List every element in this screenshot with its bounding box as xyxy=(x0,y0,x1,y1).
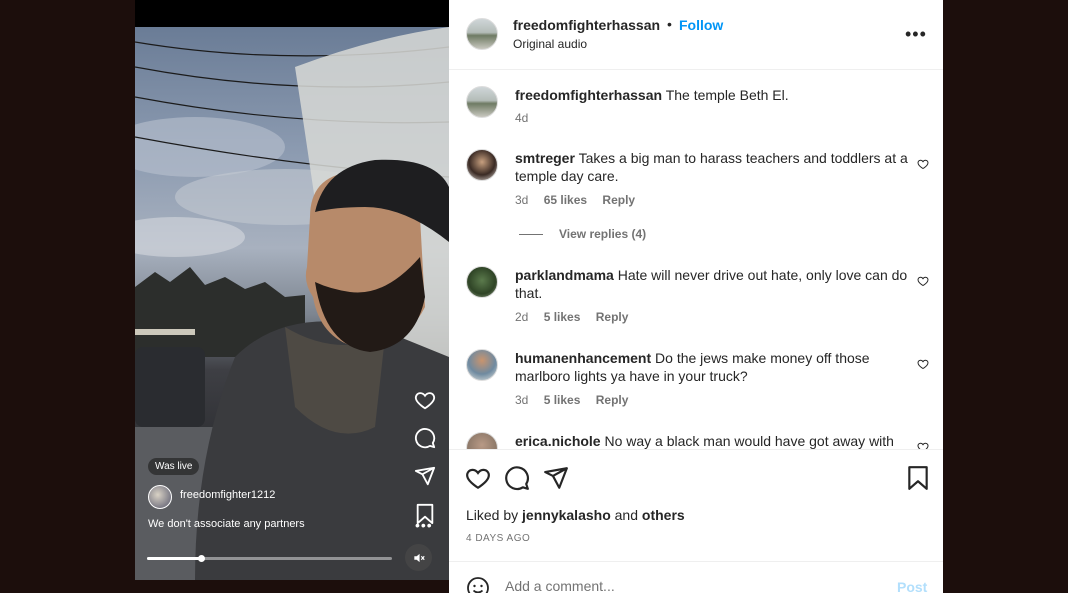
video-user-avatar[interactable] xyxy=(148,485,172,509)
video-progress-fill xyxy=(147,557,201,560)
muted-speaker-icon xyxy=(413,553,425,562)
replies-divider xyxy=(519,234,543,236)
caption-author-avatar[interactable] xyxy=(466,86,498,118)
post-header: freedomfighterhassan • Follow Original a… xyxy=(449,0,943,70)
comment-likes[interactable]: 5 likes xyxy=(544,393,581,407)
bookmark-icon[interactable] xyxy=(905,465,931,491)
reply-button[interactable]: Reply xyxy=(602,193,635,207)
comment-likes[interactable]: 5 likes xyxy=(544,310,581,324)
comment-username[interactable]: smtreger xyxy=(515,150,575,166)
video-more-button[interactable]: ••• xyxy=(415,517,433,533)
video-progress-knob[interactable] xyxy=(197,555,205,562)
comment-age[interactable]: 2d xyxy=(515,310,528,324)
comment-meta: 2d 5 likes Reply xyxy=(515,310,640,324)
caption-text: The temple Beth El. xyxy=(665,87,789,103)
post-actions: Liked by jennykalasho and others 4 DAYS … xyxy=(449,449,943,561)
stage: Was live freedomfighter1212 We don't ass… xyxy=(0,0,1068,593)
video-frame[interactable]: Was live freedomfighter1212 We don't ass… xyxy=(135,27,449,580)
follow-button[interactable]: Follow xyxy=(679,17,723,33)
reply-button[interactable]: Reply xyxy=(596,310,629,324)
video-username[interactable]: freedomfighter1212 xyxy=(180,489,275,501)
heart-icon xyxy=(414,392,436,410)
comments-list[interactable]: freedomfighterhassan The temple Beth El.… xyxy=(449,70,943,449)
commenter-avatar[interactable] xyxy=(466,349,498,381)
emoji-icon[interactable] xyxy=(466,576,490,593)
comment-icon[interactable] xyxy=(504,465,530,491)
audio-label[interactable]: Original audio xyxy=(513,37,587,51)
video-player[interactable]: Was live freedomfighter1212 We don't ass… xyxy=(135,0,449,580)
comment-icon xyxy=(414,428,436,449)
caption-username[interactable]: freedomfighterhassan xyxy=(515,87,662,103)
comment-like-icon[interactable] xyxy=(917,358,929,370)
liked-by-others[interactable]: others xyxy=(642,507,685,523)
comment-body: parklandmama Hate will never drive out h… xyxy=(515,266,909,302)
caption-meta: 4d xyxy=(515,111,540,125)
post-date[interactable]: 4 DAYS AGO xyxy=(466,533,530,544)
liked-by-prefix: Liked by xyxy=(466,507,519,523)
likes-summary: Liked by jennykalasho and others xyxy=(466,507,685,523)
caption-body: freedomfighterhassan The temple Beth El. xyxy=(515,86,909,104)
post-panel: freedomfighterhassan • Follow Original a… xyxy=(449,0,943,593)
commenter-avatar[interactable] xyxy=(466,432,498,449)
comment-age[interactable]: 3d xyxy=(515,193,528,207)
author-username[interactable]: freedomfighterhassan xyxy=(513,17,660,33)
commenter-avatar[interactable] xyxy=(466,149,498,181)
video-comment-button[interactable] xyxy=(412,425,438,451)
comment-like-icon[interactable] xyxy=(917,441,929,449)
comment-username[interactable]: parklandmama xyxy=(515,267,614,283)
caption-age[interactable]: 4d xyxy=(515,111,528,125)
header-separator: • xyxy=(667,16,672,32)
send-icon xyxy=(414,466,436,486)
comment-age[interactable]: 3d xyxy=(515,393,528,407)
commenter-avatar[interactable] xyxy=(466,266,498,298)
mute-button[interactable] xyxy=(405,544,432,571)
comment-text: No way a black man would have got away w… xyxy=(604,433,894,449)
comment-like-icon[interactable] xyxy=(917,158,929,170)
comment-body: humanenhancement Do the jews make money … xyxy=(515,349,909,385)
comment-username[interactable]: erica.nichole xyxy=(515,433,601,449)
post-options-button[interactable]: ••• xyxy=(905,24,927,45)
comment-username[interactable]: humanenhancement xyxy=(515,350,651,366)
like-icon[interactable] xyxy=(465,465,491,491)
liked-by-user[interactable]: jennykalasho xyxy=(522,507,611,523)
comment-body: erica.nichole No way a black man would h… xyxy=(515,432,909,449)
comment-input[interactable] xyxy=(505,578,885,593)
view-replies-label: View replies (4) xyxy=(559,227,647,241)
comment-meta: 3d 65 likes Reply xyxy=(515,193,647,207)
post-comment-button[interactable]: Post xyxy=(897,579,927,593)
reply-button[interactable]: Reply xyxy=(596,393,629,407)
comment-likes[interactable]: 65 likes xyxy=(544,193,587,207)
was-live-badge: Was live xyxy=(148,458,200,475)
share-icon[interactable] xyxy=(543,465,569,491)
video-caption: We don't associate any partners xyxy=(148,518,305,530)
video-like-button[interactable] xyxy=(412,387,438,413)
liked-by-conj: and xyxy=(614,507,638,523)
comment-like-icon[interactable] xyxy=(917,275,929,287)
video-progress-bar[interactable] xyxy=(147,555,392,562)
comment-body: smtreger Takes a big man to harass teach… xyxy=(515,149,909,185)
view-replies-button[interactable]: View replies (4) xyxy=(519,227,646,241)
comment-meta: 3d 5 likes Reply xyxy=(515,393,640,407)
add-comment-bar: Post xyxy=(449,561,943,593)
author-avatar[interactable] xyxy=(466,18,498,50)
video-share-button[interactable] xyxy=(412,463,438,489)
